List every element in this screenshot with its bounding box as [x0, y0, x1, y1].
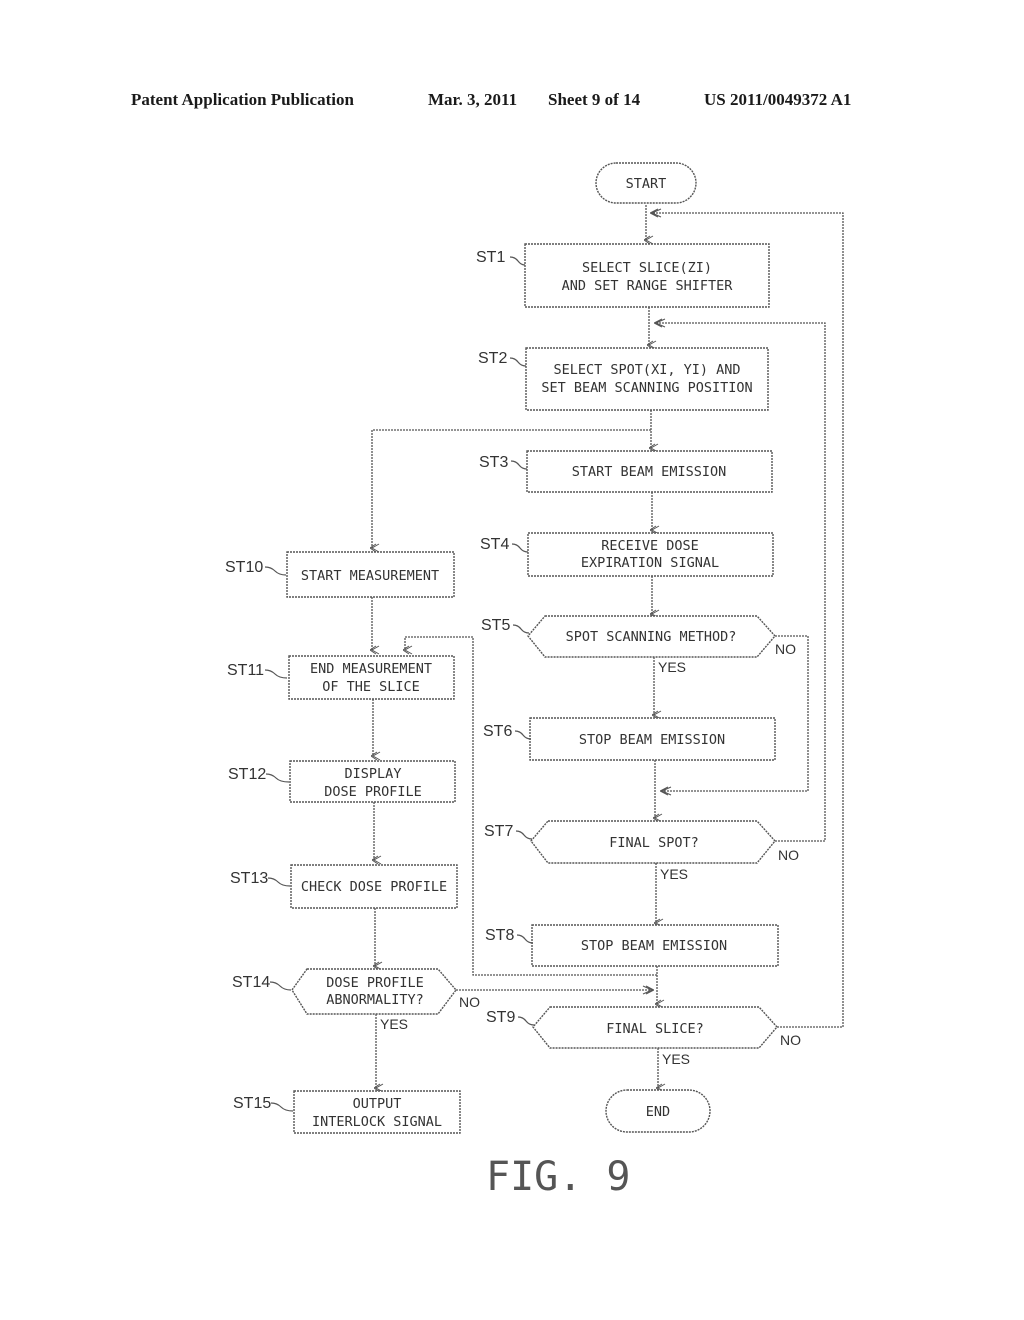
- step-id-st4: ST4: [480, 536, 509, 553]
- step-id-st10: ST10: [225, 559, 263, 576]
- step-text: DOSE PROFILE: [324, 784, 422, 800]
- step-text: SELECT SLICE(ZI): [582, 260, 712, 276]
- step-st4: RECEIVE DOSE EXPIRATION SIGNAL: [527, 532, 774, 577]
- step-text: STOP BEAM EMISSION: [579, 732, 725, 748]
- decision-text: FINAL SLICE?: [606, 1021, 704, 1037]
- start-terminal: START: [595, 162, 697, 204]
- decision-st9: FINAL SLICE?: [532, 1006, 778, 1049]
- step-text: SET BEAM SCANNING POSITION: [541, 380, 752, 396]
- end-label: END: [646, 1104, 670, 1120]
- step-id-st2: ST2: [478, 350, 507, 367]
- yes-label-st14: YES: [380, 1016, 408, 1032]
- step-st1: SELECT SLICE(ZI) AND SET RANGE SHIFTER: [524, 243, 770, 308]
- step-text: STOP BEAM EMISSION: [581, 938, 727, 954]
- figure-label: FIG. 9: [486, 1154, 631, 1200]
- step-text: OF THE SLICE: [322, 679, 420, 695]
- no-label-st7: NO: [778, 847, 799, 863]
- step-id-st6: ST6: [483, 723, 512, 740]
- step-id-st15: ST15: [233, 1095, 271, 1112]
- step-id-st9: ST9: [486, 1009, 515, 1026]
- decision-st5: SPOT SCANNING METHOD?: [527, 615, 776, 658]
- yes-label-st9: YES: [662, 1051, 690, 1067]
- no-label-st9: NO: [780, 1032, 801, 1048]
- step-st10: START MEASUREMENT: [286, 551, 455, 598]
- step-st6: STOP BEAM EMISSION: [529, 717, 776, 761]
- step-text: SELECT SPOT(XI, YI) AND: [554, 362, 741, 378]
- step-text: INTERLOCK SIGNAL: [312, 1114, 442, 1130]
- end-terminal: END: [605, 1089, 711, 1133]
- decision-st7: FINAL SPOT?: [530, 820, 776, 864]
- step-id-st5: ST5: [481, 617, 510, 634]
- decision-text: DOSE PROFILE: [326, 975, 424, 991]
- decision-text: ABNORMALITY?: [326, 992, 424, 1008]
- step-st11: END MEASUREMENT OF THE SLICE: [288, 655, 455, 700]
- step-text: DISPLAY: [345, 766, 402, 782]
- flowchart: START END SELECT SLICE(ZI) AND SET RANGE…: [225, 162, 844, 1200]
- step-text: EXPIRATION SIGNAL: [581, 555, 719, 571]
- step-text: RECEIVE DOSE: [601, 538, 699, 554]
- yes-label-st5: YES: [658, 659, 686, 675]
- step-text: CHECK DOSE PROFILE: [301, 879, 447, 895]
- step-st12: DISPLAY DOSE PROFILE: [289, 760, 456, 803]
- step-st3: START BEAM EMISSION: [526, 450, 773, 493]
- step-st13: CHECK DOSE PROFILE: [290, 864, 458, 909]
- step-text: END MEASUREMENT: [310, 661, 432, 677]
- step-id-st12: ST12: [228, 766, 266, 783]
- step-text: OUTPUT: [353, 1096, 402, 1112]
- step-id-st7: ST7: [484, 823, 513, 840]
- decision-st14: DOSE PROFILE ABNORMALITY?: [291, 968, 457, 1015]
- step-text: START MEASUREMENT: [301, 568, 439, 584]
- step-st2: SELECT SPOT(XI, YI) AND SET BEAM SCANNIN…: [525, 347, 769, 411]
- yes-label-st7: YES: [660, 866, 688, 882]
- start-label: START: [626, 176, 667, 192]
- step-id-st8: ST8: [485, 927, 514, 944]
- no-label-st5: NO: [775, 641, 796, 657]
- step-id-st3: ST3: [479, 454, 508, 471]
- step-st8: STOP BEAM EMISSION: [531, 924, 779, 967]
- step-text: AND SET RANGE SHIFTER: [562, 278, 734, 294]
- step-id-st11: ST11: [227, 662, 264, 679]
- decision-text: FINAL SPOT?: [609, 835, 698, 851]
- no-label-st14: NO: [459, 994, 480, 1010]
- step-st15: OUTPUT INTERLOCK SIGNAL: [293, 1090, 461, 1134]
- step-id-st1: ST1: [476, 249, 505, 266]
- step-id-st13: ST13: [230, 870, 268, 887]
- step-text: START BEAM EMISSION: [572, 464, 726, 480]
- step-id-st14: ST14: [232, 974, 270, 991]
- decision-text: SPOT SCANNING METHOD?: [566, 629, 737, 645]
